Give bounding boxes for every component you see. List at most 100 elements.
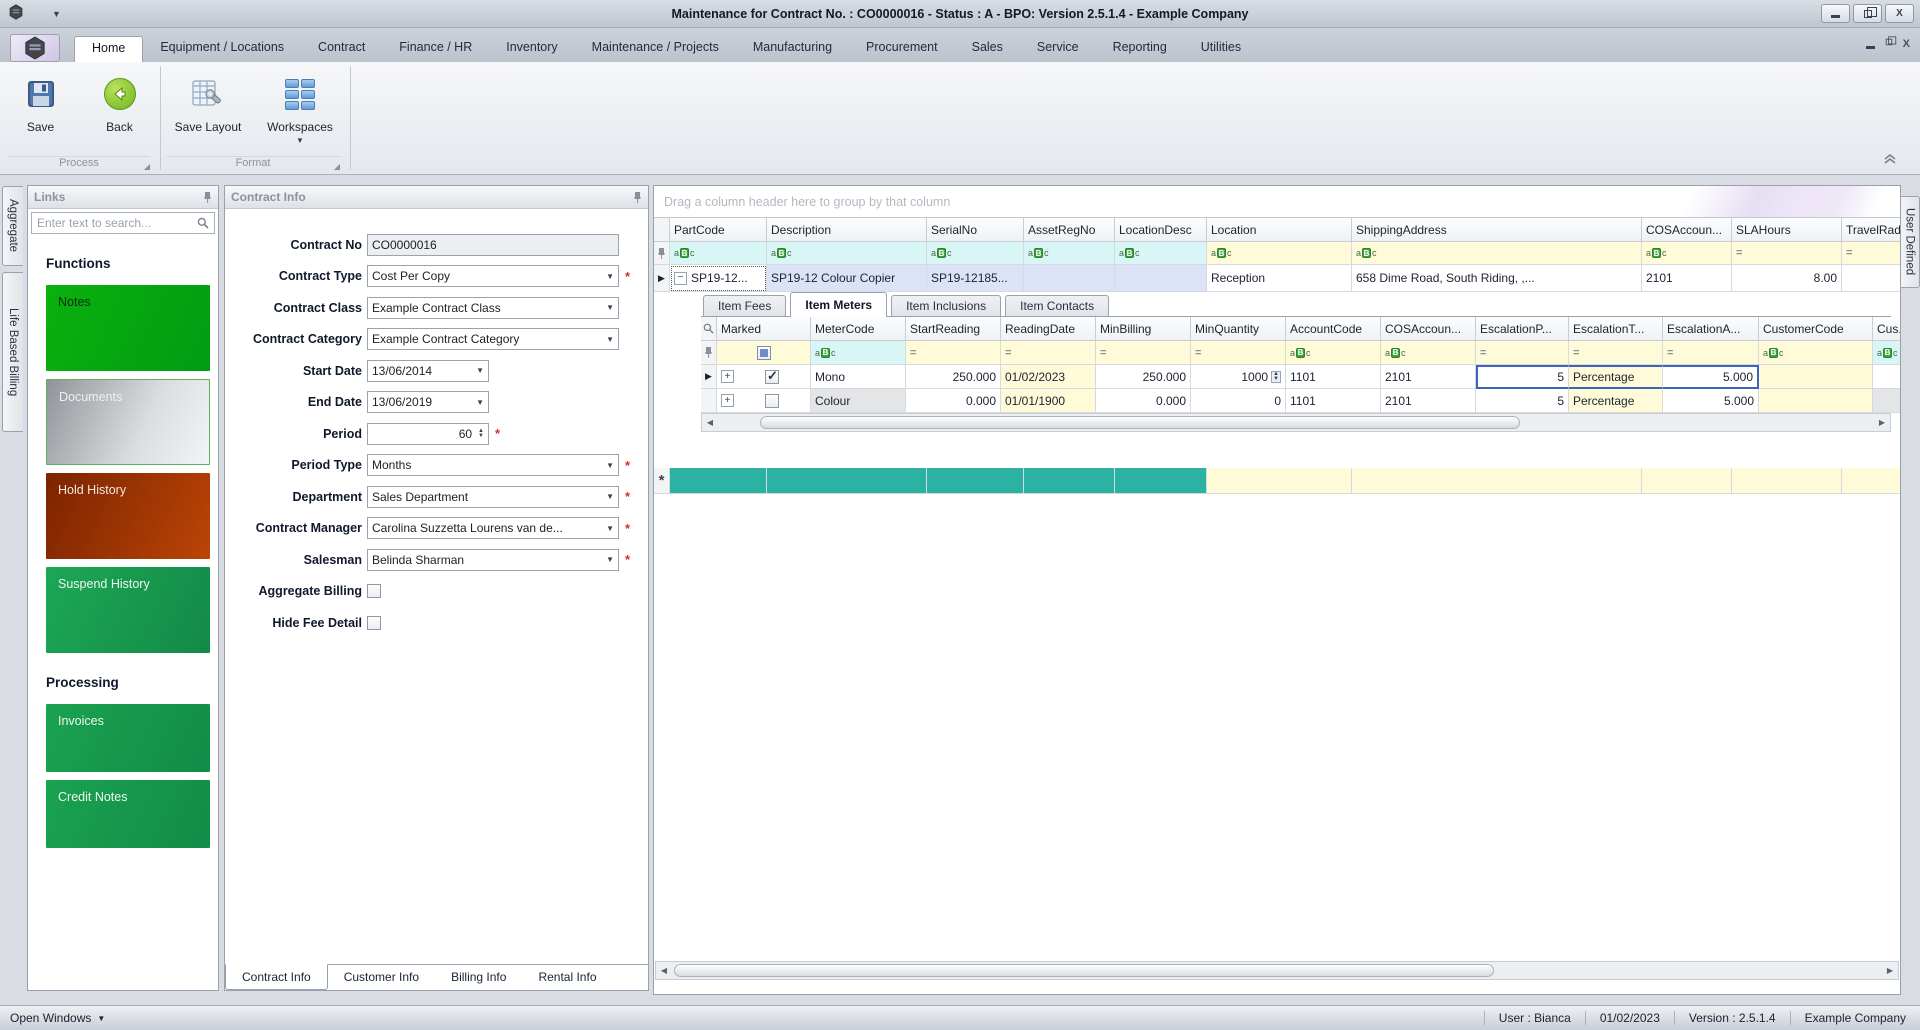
cell-escalationt[interactable]: Percentage: [1569, 365, 1663, 389]
pin-icon[interactable]: [633, 191, 642, 204]
restore-button[interactable]: [1853, 4, 1882, 23]
cell-customercode[interactable]: [1759, 365, 1873, 389]
append-cell-assetregno[interactable]: [1024, 468, 1115, 494]
search-input[interactable]: [37, 216, 197, 230]
cell-minbilling[interactable]: 0.000: [1096, 389, 1191, 413]
marked-filter-checkbox[interactable]: [757, 346, 771, 360]
collapse-row-icon[interactable]: −: [674, 272, 687, 285]
append-row[interactable]: *: [654, 468, 1900, 494]
column-header-readingdate[interactable]: ReadingDate: [1001, 317, 1096, 341]
cell-escalationt[interactable]: Percentage: [1569, 389, 1663, 413]
contract-class-combo[interactable]: Example Contract Class▼: [367, 297, 619, 319]
cell-serialno[interactable]: SP19-12185...: [927, 265, 1024, 292]
tab-billing-info[interactable]: Billing Info: [435, 965, 522, 990]
append-cell-location[interactable]: [1207, 468, 1352, 494]
filter-cell-locationdesc[interactable]: aBc: [1115, 242, 1207, 265]
spin-arrows-icon[interactable]: ▲▼: [1271, 371, 1281, 383]
cell-cosaccoun[interactable]: 2101: [1381, 389, 1476, 413]
column-header-marked[interactable]: Marked: [717, 317, 811, 341]
tab-customer-info[interactable]: Customer Info: [328, 965, 435, 990]
column-header-serialno[interactable]: SerialNo: [927, 218, 1024, 242]
append-cell-slahours[interactable]: [1732, 468, 1842, 494]
ribbon-tab-service[interactable]: Service: [1020, 36, 1096, 62]
append-cell-shippingaddress[interactable]: [1352, 468, 1642, 494]
cell-assetregno[interactable]: [1024, 265, 1115, 292]
ribbon-tab-maintenance-projects[interactable]: Maintenance / Projects: [575, 36, 736, 62]
cell-accountcode[interactable]: 1101: [1286, 365, 1381, 389]
filter-cell-travelradiu[interactable]: =: [1842, 242, 1901, 265]
detail-search-icon[interactable]: [701, 317, 717, 341]
side-tab-life-based-billing[interactable]: Life Based Billing: [2, 272, 23, 432]
side-tab-user-defined[interactable]: User Defined: [1900, 196, 1920, 288]
links-search-box[interactable]: [31, 212, 215, 234]
cell-cosaccoun[interactable]: 2101: [1381, 365, 1476, 389]
cell-location[interactable]: Reception: [1207, 265, 1352, 292]
column-header-minbilling[interactable]: MinBilling: [1096, 317, 1191, 341]
search-icon[interactable]: [197, 217, 209, 229]
scroll-left-icon[interactable]: ◀: [658, 966, 670, 975]
filter-cell-startreading[interactable]: =: [906, 341, 1001, 365]
filter-cell-customercode[interactable]: aBc: [1759, 341, 1873, 365]
filter-cell-escalationt[interactable]: =: [1569, 341, 1663, 365]
marked-checkbox[interactable]: [765, 394, 779, 408]
scroll-right-icon[interactable]: ▶: [1876, 418, 1888, 427]
scrollbar-thumb[interactable]: [674, 964, 1494, 977]
group-dialog-launcher-icon[interactable]: ◢: [144, 162, 150, 171]
save-button[interactable]: Save: [4, 68, 77, 156]
cell-readingdate[interactable]: 01/01/1900: [1001, 389, 1096, 413]
cell-accountcode[interactable]: 1101: [1286, 389, 1381, 413]
cell-partcode[interactable]: −SP19-12...: [670, 265, 767, 292]
column-header-description[interactable]: Description: [767, 218, 927, 242]
chevron-down-icon[interactable]: ▼: [606, 492, 614, 501]
column-header-accountcode[interactable]: AccountCode: [1286, 317, 1381, 341]
cell-travelradiu[interactable]: [1842, 265, 1901, 292]
append-cell-serialno[interactable]: [927, 468, 1024, 494]
column-header-escalationt[interactable]: EscalationT...: [1569, 317, 1663, 341]
ribbon-tab-procurement[interactable]: Procurement: [849, 36, 955, 62]
tab-item-inclusions[interactable]: Item Inclusions: [891, 295, 1001, 316]
cell-minquantity[interactable]: 1000▲▼: [1191, 365, 1286, 389]
cell-escalationp[interactable]: 5: [1476, 365, 1569, 389]
contract-manager-combo[interactable]: Carolina Suzzetta Lourens van de...▼: [367, 517, 619, 539]
chevron-down-icon[interactable]: ▼: [606, 555, 614, 564]
column-header-customercode[interactable]: CustomerCode: [1759, 317, 1873, 341]
expand-row-icon[interactable]: +: [721, 394, 734, 407]
column-header-shippingaddress[interactable]: ShippingAddress: [1352, 218, 1642, 242]
open-windows-button[interactable]: Open Windows ▼: [10, 1011, 105, 1025]
hide-fee-detail-checkbox[interactable]: [367, 616, 381, 630]
append-cell-travelradiu[interactable]: [1842, 468, 1901, 494]
period-type-combo[interactable]: Months▼: [367, 454, 619, 476]
column-header-startreading[interactable]: StartReading: [906, 317, 1001, 341]
filter-cell-accountcode[interactable]: aBc: [1286, 341, 1381, 365]
group-by-band[interactable]: Drag a column header here to group by th…: [654, 186, 1900, 218]
cell-marked[interactable]: +: [717, 365, 811, 389]
column-header-partcode[interactable]: PartCode: [670, 218, 767, 242]
cell-cosaccoun[interactable]: 2101: [1642, 265, 1732, 292]
cell-escalationa[interactable]: 5.000: [1663, 365, 1759, 389]
back-button[interactable]: Back: [83, 68, 156, 156]
period-stepper[interactable]: 60▲▼: [367, 423, 489, 445]
ribbon-tab-manufacturing[interactable]: Manufacturing: [736, 36, 849, 62]
filter-cell-readingdate[interactable]: =: [1001, 341, 1096, 365]
append-cell-locationdesc[interactable]: [1115, 468, 1207, 494]
column-header-cosaccoun[interactable]: COSAccoun...: [1642, 218, 1732, 242]
tab-contract-info[interactable]: Contract Info: [225, 964, 328, 990]
filter-cell-assetregno[interactable]: aBc: [1024, 242, 1115, 265]
column-header-minquantity[interactable]: MinQuantity: [1191, 317, 1286, 341]
ribbon-collapse-icon[interactable]: [1882, 153, 1898, 168]
cell-escalationp[interactable]: 5: [1476, 389, 1569, 413]
filter-cell-cosaccoun[interactable]: aBc: [1642, 242, 1732, 265]
filter-cell-partcode[interactable]: aBc: [670, 242, 767, 265]
tab-rental-info[interactable]: Rental Info: [522, 965, 612, 990]
mdi-minimize-icon[interactable]: [1866, 46, 1875, 49]
column-header-location[interactable]: Location: [1207, 218, 1352, 242]
save-layout-button[interactable]: Save Layout: [165, 68, 251, 156]
cell-readingdate[interactable]: 01/02/2023: [1001, 365, 1096, 389]
tab-item-fees[interactable]: Item Fees: [703, 295, 786, 316]
chevron-down-icon[interactable]: ▼: [606, 335, 614, 344]
cell-cus[interactable]: [1873, 365, 1901, 389]
ribbon-tab-home[interactable]: Home: [74, 36, 143, 62]
filter-cell-cosaccoun[interactable]: aBc: [1381, 341, 1476, 365]
contract-category-combo[interactable]: Example Contract Category▼: [367, 328, 619, 350]
link-button-suspend-history[interactable]: Suspend History: [46, 567, 210, 653]
